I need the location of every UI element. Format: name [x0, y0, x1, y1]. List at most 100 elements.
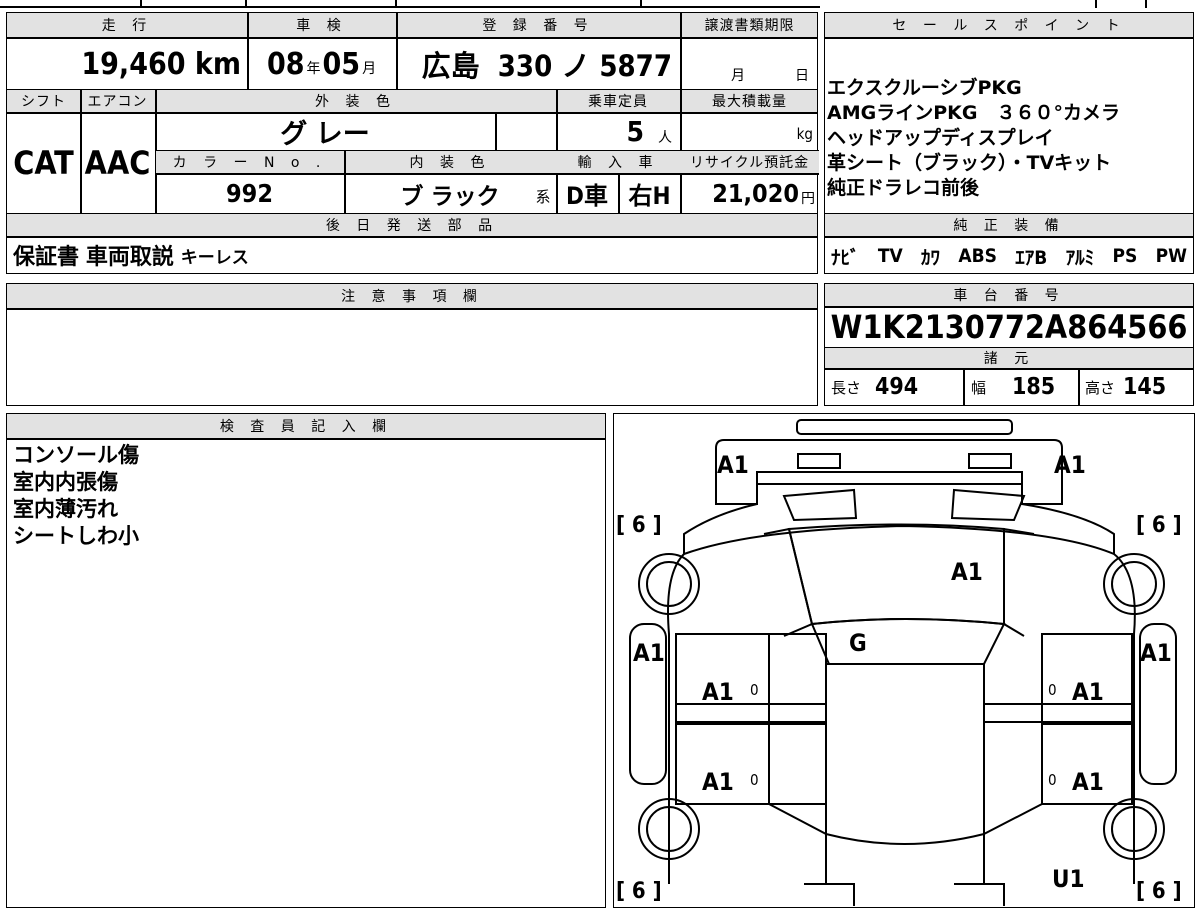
mark-left-fender: A1 — [633, 639, 665, 667]
equipment-label: 純 正 装 備 — [953, 218, 1065, 234]
inspector-note: 室内薄汚れ — [13, 497, 118, 521]
chassis-number: W1K2130772A864566 — [830, 308, 1188, 346]
mark-tire-front-right: [ 6 ] — [1136, 512, 1182, 538]
equipment-item: ｴｱB — [1015, 246, 1048, 269]
mark-zero-left-front: 0 — [750, 681, 759, 699]
mark-tire-rear-right: [ 6 ] — [1136, 878, 1182, 904]
inspector-note: シートしわ小 — [13, 524, 139, 548]
capacity-number: 5 — [626, 115, 644, 148]
mark-roof: G — [849, 629, 867, 657]
capacity-label: 乗車定員 — [588, 94, 648, 110]
inspector-note: 室内内張傷 — [13, 470, 118, 494]
vehicle-info-block: 走 行 車 検 登 録 番 号 譲渡書類期限 19,460 km 08 年 05 月 … — [6, 12, 819, 274]
later-parts-small: キーレス — [180, 247, 249, 268]
mark-left-rear-door: A1 — [702, 768, 734, 796]
car-outline-svg — [629, 419, 1177, 906]
sales-points-block: セ ー ル ス ポ イ ン ト エクスクルーシブPKG AMGラインPKG ３６… — [824, 12, 1194, 274]
equipment-item: ｱﾙﾐ — [1065, 246, 1095, 269]
sales-point-line: 純正ドラレコ前後 — [827, 177, 980, 199]
sales-point-line: エクスクルーシブPKG — [827, 77, 1022, 99]
mark-windshield: A1 — [951, 558, 983, 586]
max-load-unit: kg — [796, 125, 813, 143]
interior-color-suffix: 系 — [535, 187, 551, 206]
mark-zero-left-rear: 0 — [750, 771, 759, 789]
mark-tire-front-left: [ 6 ] — [616, 512, 662, 538]
mark-right-fender: A1 — [1140, 639, 1172, 667]
equipment-item: ｶﾜ — [921, 246, 941, 269]
later-parts-label: 後 日 発 送 部 品 — [325, 218, 499, 234]
equipment-item: PS — [1112, 245, 1138, 267]
import-label: 輸 入 車 — [577, 155, 659, 171]
later-parts-main: 保証書 車両取説 — [13, 245, 174, 270]
damage-diagram: A1 A1 A1 G A1 A1 A1 A1 A1 A1 U1 [ 6 ] [ … — [613, 413, 1195, 908]
spec-length: 長さ 494 — [831, 370, 961, 404]
mark-rear-right: U1 — [1052, 865, 1085, 893]
handle-value: 右H — [628, 182, 671, 210]
mileage-label: 走 行 — [101, 18, 153, 34]
clipped-header-strip — [0, 0, 1200, 8]
width-label: 幅 — [971, 378, 987, 397]
inspection-label: 車 検 — [296, 18, 347, 34]
length-label: 長さ — [831, 378, 862, 397]
transfer-deadline-value: 月日 — [680, 63, 819, 87]
capacity-unit: 人 — [658, 129, 672, 146]
notes-block: 注 意 事 項 欄 — [6, 283, 818, 406]
mark-zero-right-front: 0 — [1048, 681, 1057, 699]
equipment-item: ABS — [958, 245, 997, 267]
equipment-item: PW — [1155, 245, 1187, 267]
registration-area: 広島 — [421, 49, 480, 83]
recycle-deposit-value: 21,020 円 — [680, 174, 819, 213]
inspector-note: コンソール傷 — [13, 443, 139, 467]
inspection-month: 05 — [322, 46, 361, 82]
mark-right-front-door: A1 — [1072, 678, 1104, 706]
equipment-item: TV — [877, 245, 903, 267]
height-value: 145 — [1123, 374, 1167, 400]
ac-label: エアコン — [87, 94, 148, 110]
transfer-month-unit: 月 — [731, 68, 745, 84]
inspection-year: 08 — [266, 46, 305, 82]
mileage-unit: km — [194, 46, 241, 82]
recycle-unit: 円 — [801, 190, 815, 207]
height-label: 高さ — [1085, 378, 1116, 397]
recycle-amount: 21,020 — [712, 179, 799, 208]
sales-point-line: ヘッドアップディスプレイ — [827, 127, 1054, 149]
mark-right-rear-door: A1 — [1072, 768, 1104, 796]
mark-front-left: A1 — [717, 451, 749, 479]
mileage-number: 19,460 — [81, 46, 186, 82]
interior-color-label: 内 装 色 — [409, 155, 491, 171]
mark-front-right: A1 — [1054, 451, 1086, 479]
shift-value: CAT — [13, 144, 74, 182]
inspection-date: 08 年 05 月 — [247, 39, 396, 89]
mileage-value: 19,460 km — [7, 39, 247, 89]
transfer-deadline-label: 譲渡書類期限 — [704, 18, 795, 34]
transfer-day-unit: 日 — [795, 68, 809, 84]
exterior-label: 外 装 色 — [315, 94, 396, 110]
later-parts-value: 保証書 車両取説 キーレス — [13, 237, 613, 273]
specs-label: 諸 元 — [983, 351, 1035, 367]
registration-plate: 広島 330 ノ 5877 — [396, 39, 680, 89]
inspector-label: 検 査 員 記 入 欄 — [219, 419, 393, 435]
import-type-value: D車 — [566, 182, 608, 210]
spec-height: 高さ 145 — [1085, 370, 1193, 404]
width-value: 185 — [1012, 374, 1056, 400]
month-unit: 月 — [362, 61, 377, 77]
equipment-item: ﾅﾋﾞ — [831, 246, 860, 269]
sales-point-line: AMGラインPKG ３６０°カメラ — [827, 102, 1120, 124]
max-load-label: 最大積載量 — [712, 94, 787, 110]
chassis-specs-block: 車 台 番 号 W1K2130772A864566 諸 元 長さ 494 幅 185… — [824, 283, 1194, 406]
sales-point-line: 革シート（ブラック）・TVキット — [827, 152, 1112, 174]
capacity-value: 5人 — [556, 113, 680, 150]
color-number-label: カ ラ ー N o . — [172, 155, 327, 171]
inspector-block: 検 査 員 記 入 欄 コンソール傷 室内内張傷 室内薄汚れ シートしわ小 — [6, 413, 606, 908]
color-number-value: 992 — [226, 179, 273, 208]
year-unit: 年 — [306, 61, 321, 77]
interior-color-text: ブ ラック — [400, 183, 500, 210]
exterior-color-value: グ レー — [280, 119, 370, 150]
mark-tire-rear-left: [ 6 ] — [616, 878, 662, 904]
registration-number: 330 ノ 5877 — [497, 49, 672, 83]
notes-label: 注 意 事 項 欄 — [341, 289, 483, 305]
spec-width: 幅 185 — [971, 370, 1077, 404]
chassis-label: 車 台 番 号 — [953, 288, 1065, 304]
interior-color-value: ブ ラック — [344, 174, 556, 213]
mark-zero-right-rear: 0 — [1048, 771, 1057, 789]
